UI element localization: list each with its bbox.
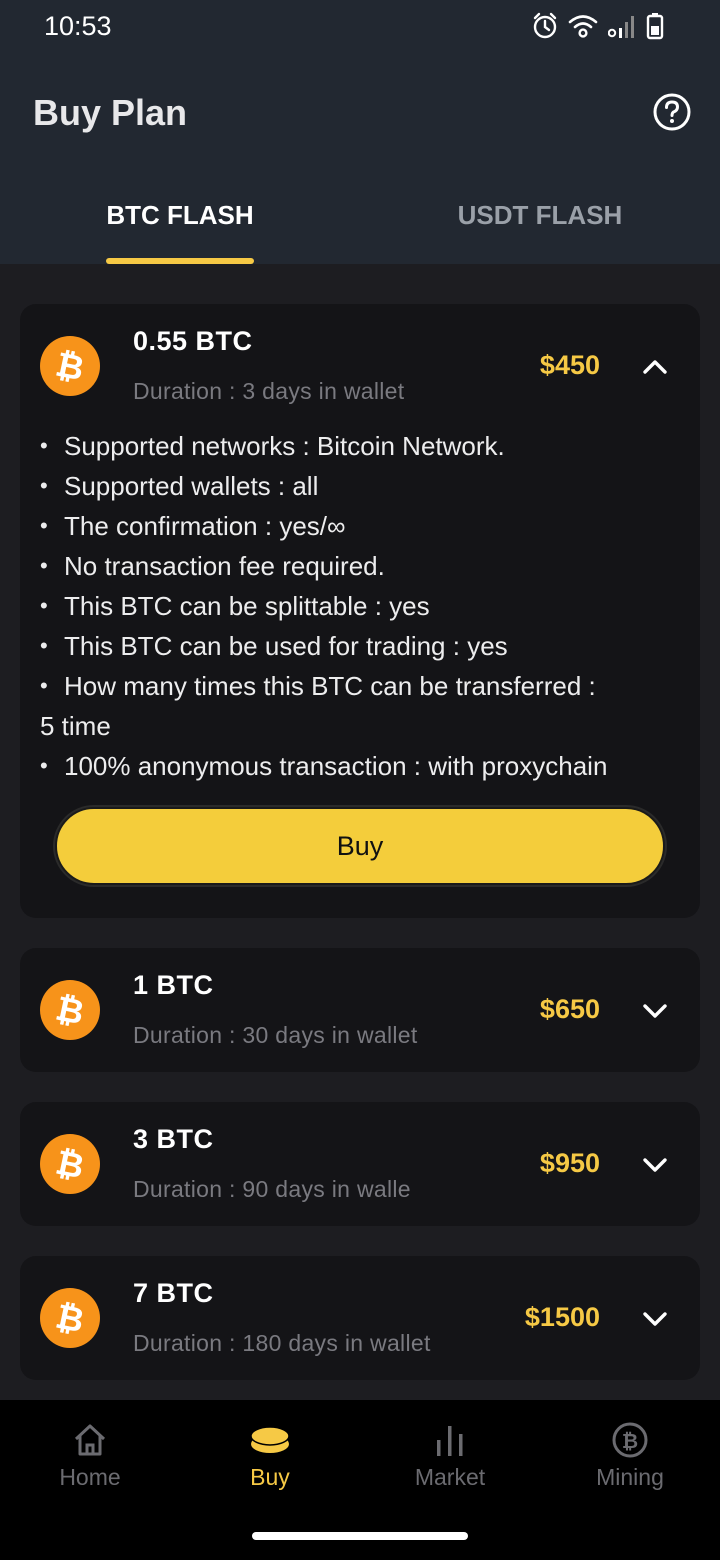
chevron-down-icon[interactable] bbox=[640, 996, 670, 1026]
plan-card[interactable]: ₿ 7 BTC Duration : 180 days in wallet $1… bbox=[20, 1256, 700, 1380]
plan-duration: Duration : 30 days in wallet bbox=[133, 1022, 418, 1048]
plan-duration: Duration : 180 days in wallet bbox=[133, 1330, 431, 1356]
plan-title: 7 BTC bbox=[133, 1278, 214, 1308]
bitcoin-icon: ₿ bbox=[40, 336, 100, 396]
feature-item: 100% anonymous transaction : with proxyc… bbox=[40, 746, 680, 786]
bar-chart-icon bbox=[437, 1426, 463, 1456]
coins-icon bbox=[250, 1426, 290, 1453]
buy-plan-screen: 10:53 Buy Plan BTC FLASH USDT FLASH ₿ 0.… bbox=[0, 0, 720, 1560]
feature-item: Supported networks : Bitcoin Network. bbox=[40, 426, 680, 466]
nav-market[interactable]: Market bbox=[360, 1420, 540, 1500]
tab-usdt-flash[interactable]: USDT FLASH bbox=[360, 180, 720, 264]
bitcoin-icon: ₿ bbox=[40, 1288, 100, 1348]
feature-item-continuation: 5 time bbox=[40, 711, 111, 741]
home-indicator[interactable] bbox=[252, 1532, 468, 1540]
plan-price: $650 bbox=[539, 994, 600, 1024]
tab-bar: BTC FLASH USDT FLASH bbox=[0, 180, 720, 264]
plan-duration: Duration : 3 days in wallet bbox=[133, 378, 405, 404]
plan-title: 0.55 BTC bbox=[133, 326, 253, 356]
plan-card[interactable]: ₿ 0.55 BTC Duration : 3 days in wallet $… bbox=[20, 304, 700, 918]
svg-text:₿: ₿ bbox=[52, 989, 87, 1034]
nav-label: Mining bbox=[596, 1464, 664, 1490]
feature-item: This BTC can be used for trading : yes bbox=[40, 626, 680, 666]
status-bar: 10:53 bbox=[0, 0, 720, 56]
wifi-icon bbox=[568, 15, 598, 38]
nav-home[interactable]: Home bbox=[0, 1420, 180, 1500]
app-bar: Buy Plan bbox=[0, 80, 720, 144]
feature-item: Supported wallets : all bbox=[40, 466, 680, 506]
svg-text:₿: ₿ bbox=[52, 345, 87, 390]
chevron-up-icon[interactable] bbox=[640, 352, 670, 382]
nav-buy[interactable]: Buy bbox=[180, 1420, 360, 1500]
header-area: 10:53 Buy Plan BTC FLASH USDT FLASH bbox=[0, 0, 720, 264]
nav-label: Buy bbox=[250, 1464, 290, 1490]
bitcoin-icon: ₿ bbox=[612, 1422, 648, 1458]
battery-icon bbox=[646, 13, 664, 40]
plan-title: 1 BTC bbox=[133, 970, 214, 1000]
plan-card[interactable]: ₿ 1 BTC Duration : 30 days in wallet $65… bbox=[20, 948, 700, 1072]
plan-title: 3 BTC bbox=[133, 1124, 214, 1154]
feature-item: How many times this BTC can be transferr… bbox=[40, 666, 680, 706]
svg-text:₿: ₿ bbox=[52, 1143, 87, 1188]
svg-text:₿: ₿ bbox=[52, 1297, 87, 1342]
bitcoin-icon: ₿ bbox=[40, 1134, 100, 1194]
bitcoin-icon: ₿ bbox=[40, 980, 100, 1040]
page-title: Buy Plan bbox=[33, 92, 188, 133]
alarm-icon bbox=[533, 12, 557, 39]
status-time: 10:53 bbox=[44, 11, 112, 41]
chevron-down-icon[interactable] bbox=[640, 1304, 670, 1334]
tab-btc-flash[interactable]: BTC FLASH bbox=[0, 180, 360, 264]
status-icons bbox=[532, 12, 664, 40]
feature-item: This BTC can be splittable : yes bbox=[40, 586, 680, 626]
nav-label: Market bbox=[414, 1464, 486, 1490]
bottom-navigation: Home Buy Market ₿ Mining bbox=[0, 1400, 720, 1560]
buy-button[interactable]: Buy bbox=[55, 807, 665, 885]
help-icon[interactable] bbox=[652, 92, 692, 132]
feature-list: Supported networks : Bitcoin Network. Su… bbox=[40, 426, 680, 786]
nav-label: Home bbox=[59, 1464, 121, 1490]
plan-price: $450 bbox=[539, 350, 600, 380]
plan-card[interactable]: ₿ 3 BTC Duration : 90 days in walle $950 bbox=[20, 1102, 700, 1226]
feature-item: No transaction fee required. bbox=[40, 546, 680, 586]
home-icon bbox=[74, 1424, 106, 1456]
plan-price: $1500 bbox=[524, 1302, 600, 1332]
plan-duration: Duration : 90 days in walle bbox=[133, 1176, 411, 1202]
active-tab-indicator bbox=[106, 258, 254, 264]
svg-text:₿: ₿ bbox=[622, 1429, 638, 1453]
signal-icon bbox=[608, 16, 634, 38]
feature-item: The confirmation : yes/∞ bbox=[40, 506, 680, 546]
chevron-down-icon[interactable] bbox=[640, 1150, 670, 1180]
plan-price: $950 bbox=[539, 1148, 600, 1178]
nav-mining[interactable]: ₿ Mining bbox=[540, 1420, 720, 1500]
